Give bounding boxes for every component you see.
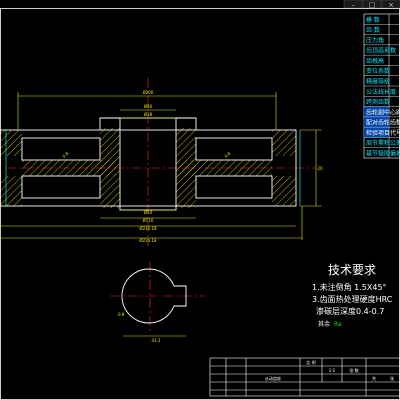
roughness-mark-right: 0.8 (223, 151, 231, 159)
maximize-button[interactable]: □ (362, 0, 382, 9)
close-button[interactable]: × (381, 0, 400, 9)
tb-part-name: 从动齿轮 (265, 375, 281, 381)
drawing-border (0, 8, 400, 400)
maximize-icon: □ (369, 1, 376, 9)
tech-notes: 技术要求 1.未注倒角 1.5X45° 3.齿面热处理硬度HRC 渗碳层深度0.… (312, 263, 393, 328)
tech-notes-title: 技术要求 (328, 263, 376, 277)
tb-scale-value: 1:1 (329, 368, 336, 373)
roughness-label: 其余 (318, 320, 330, 328)
keyway-roughness: 0.8 (118, 312, 125, 317)
param-row-label: 模 数 (366, 16, 380, 24)
keyway-dimension: 43.3 (152, 338, 161, 343)
tb-sheet-label: 张 数 (349, 367, 358, 373)
param-row-label: 配对齿轮齿数 (366, 119, 400, 127)
minimize-icon: – (351, 1, 355, 9)
title-block-text: 比 例 1:1 从动齿轮 张 数 共 张 (265, 359, 394, 381)
tech-note-line-1: 1.未注倒角 1.5X45° (312, 282, 387, 292)
param-row-label: 变位系数 (366, 67, 390, 75)
dim-bottom-4: Ø226.18 (139, 238, 157, 243)
param-row-label: 齿根高 (366, 57, 384, 65)
roughness-symbol: Ra (334, 321, 342, 328)
tech-note-line-3: 渗碳层深度0.4-0.7 (316, 306, 384, 316)
tb-sheet-unit: 张 (390, 375, 394, 381)
dim-right-width: 20 (317, 166, 323, 171)
param-table: 模 数齿 数压力角齿顶高系数齿根高变位系数精度等级公法线长度跨测齿数齿轮副中心距… (363, 13, 400, 159)
keyway-view: 43.3 0.8 (110, 262, 206, 343)
param-row-label: 齿顶高系数 (366, 47, 396, 55)
param-row-label: 精度等级 (366, 78, 390, 86)
param-row-label: 公法线长度 (366, 88, 396, 96)
param-row-label: 齿 数 (366, 26, 380, 34)
param-row-label: 齿轮副中心距 (366, 108, 400, 116)
param-row-label: 基节极限偏差 (366, 150, 400, 158)
dim-bottom-1: Ø54 (144, 210, 153, 215)
tb-total-label: 共 (372, 375, 376, 381)
gear-section-view (0, 78, 316, 246)
tech-note-line-2: 3.齿面热处理硬度HRC (312, 294, 393, 304)
dim-outer-diameter: Ø200 (143, 90, 154, 95)
roughness-mark-left: 0.8 (61, 151, 69, 159)
window-controls: – □ × (343, 0, 400, 9)
param-row-label: 压力角 (366, 36, 384, 44)
dim-bore-diameter: Ø38 (144, 112, 153, 117)
minimize-button[interactable]: – (343, 0, 363, 9)
param-row-label: 跨测齿数 (366, 98, 390, 106)
dim-hub-diameter: Ø80 (144, 104, 153, 109)
param-row-label: 检验项目代号 (366, 129, 400, 137)
param-row-label: 周节累积公差 (366, 139, 400, 147)
dim-bottom-3: Ø216.18 (139, 226, 157, 231)
dim-bottom-2: Ø116 (143, 218, 154, 223)
tb-scale-label: 比 例 (306, 359, 315, 365)
cad-drawing-canvas[interactable]: – □ × 模 数齿 数压力角齿顶高系数齿根高变位系数精度等级公法线长度跨测齿数… (0, 0, 400, 400)
close-icon: × (388, 1, 394, 9)
